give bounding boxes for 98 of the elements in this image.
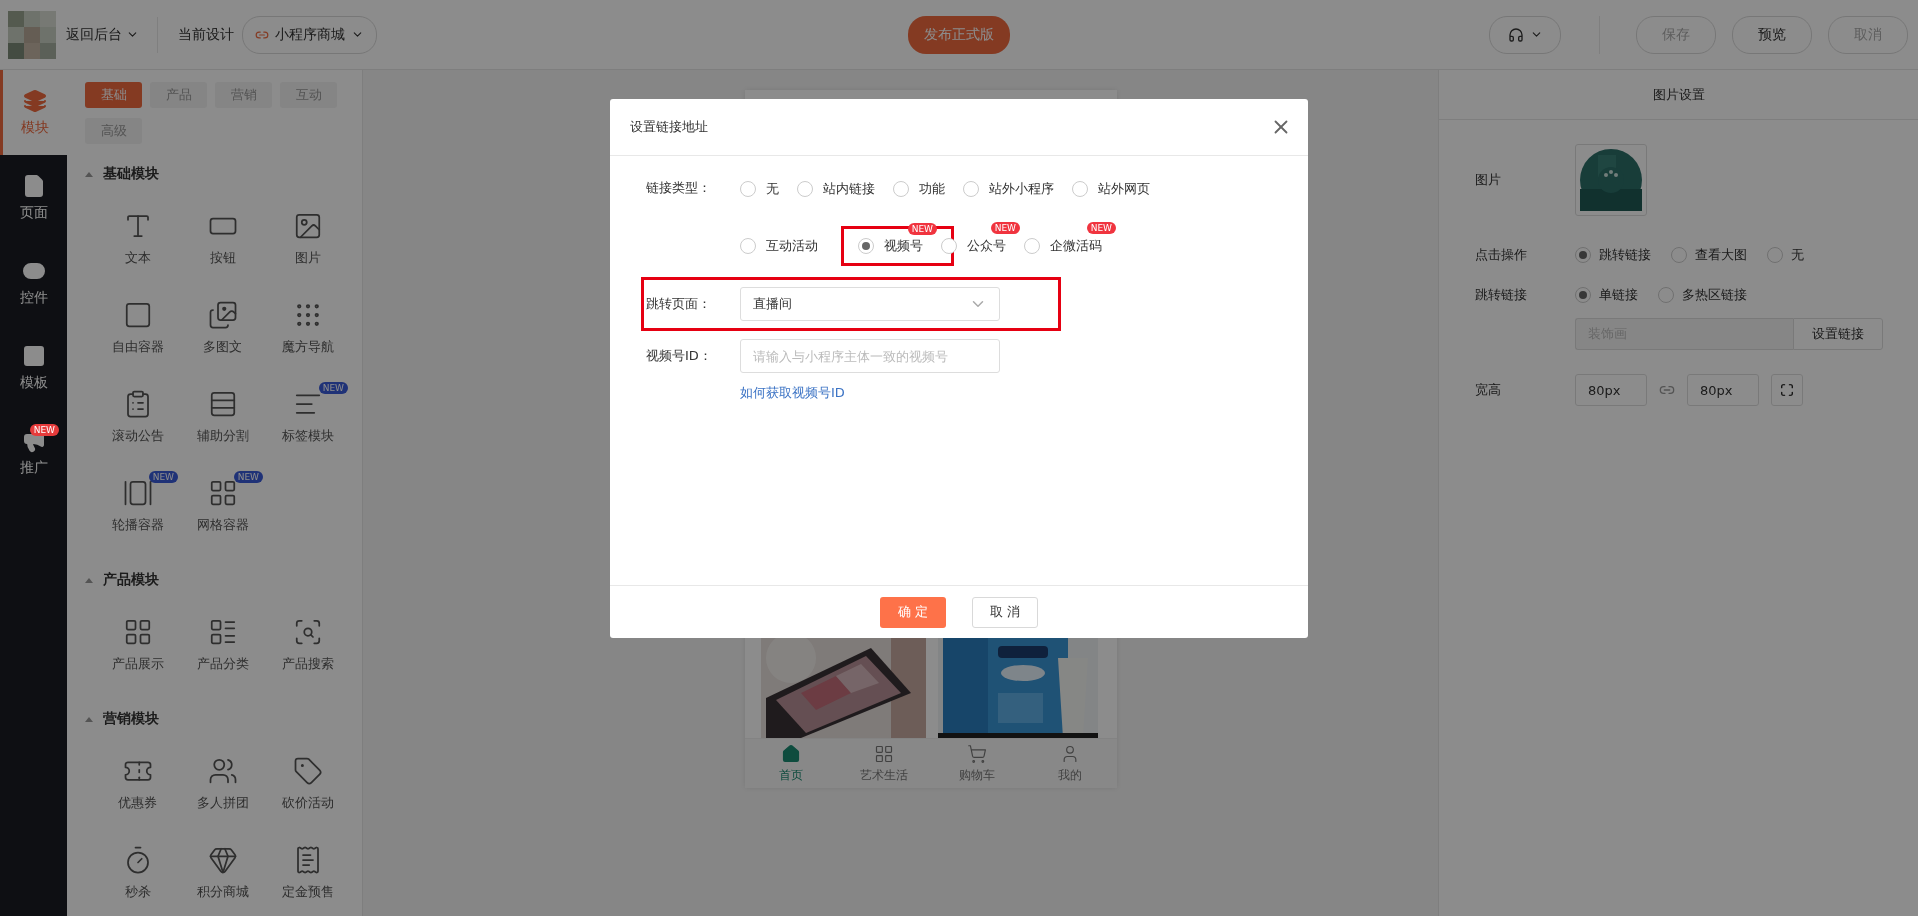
- module-item[interactable]: 砍价活动: [265, 739, 350, 828]
- radio-icon[interactable]: [1575, 247, 1591, 263]
- publish-button[interactable]: 发布正式版: [908, 15, 1010, 54]
- radio-icon[interactable]: [963, 181, 979, 197]
- radio-icon[interactable]: [1671, 247, 1687, 263]
- support-button[interactable]: [1489, 15, 1561, 54]
- height-field[interactable]: 80px: [1687, 374, 1759, 406]
- module-item[interactable]: 秒杀: [95, 828, 180, 916]
- link-type-option[interactable]: 站外小程序: [963, 180, 1054, 198]
- section-title: 营销模块: [103, 710, 159, 728]
- grid-icon: [874, 743, 894, 764]
- nav-item[interactable]: 页面: [0, 155, 67, 240]
- layers-icon: [23, 88, 47, 113]
- field-label: 链接类型：: [646, 179, 712, 197]
- home-icon: [781, 743, 801, 764]
- image-thumbnail[interactable]: [1575, 144, 1647, 216]
- radio-icon[interactable]: [1658, 287, 1674, 303]
- nav-item[interactable]: 模块: [0, 70, 67, 155]
- module-item[interactable]: 优惠券: [95, 739, 180, 828]
- expand-button[interactable]: [1771, 374, 1803, 406]
- radio-icon[interactable]: [797, 181, 813, 197]
- field-label: 跳转链接: [1475, 286, 1528, 304]
- module-item[interactable]: 多图文: [180, 283, 265, 372]
- radio-icon[interactable]: [1024, 238, 1040, 254]
- back-button[interactable]: 返回后台: [56, 16, 158, 53]
- design-label: 当前设计: [178, 25, 234, 44]
- module-item[interactable]: 定金预售: [265, 828, 350, 916]
- section-title: 基础模块: [103, 165, 159, 183]
- field-label: 视频号ID：: [646, 347, 713, 365]
- field-label: 点击操作: [1475, 246, 1528, 264]
- field-label: 跳转页面：: [646, 295, 712, 313]
- link-type-option[interactable]: 公众号: [941, 237, 1006, 255]
- new-badge: NEW: [318, 382, 348, 394]
- radio-icon[interactable]: [1072, 181, 1088, 197]
- module-item[interactable]: 产品分类: [180, 600, 265, 689]
- link-type-option[interactable]: 无: [740, 180, 779, 198]
- module-item[interactable]: 多人拼团: [180, 739, 265, 828]
- module-item[interactable]: 图片: [265, 194, 350, 283]
- new-badge: NEW: [1086, 222, 1116, 234]
- new-badge: NEW: [907, 223, 937, 235]
- help-link[interactable]: 如何获取视频号ID: [740, 384, 1308, 402]
- new-badge: NEW: [148, 471, 178, 483]
- module-tab[interactable]: 基础: [85, 82, 142, 108]
- module-item[interactable]: 积分商城: [180, 828, 265, 916]
- radio-option[interactable]: 单链接: [1575, 286, 1638, 304]
- confirm-button[interactable]: 确 定: [880, 596, 946, 628]
- tabbar-item[interactable]: 购物车: [930, 739, 1024, 788]
- radio-icon[interactable]: [858, 238, 874, 254]
- section-title: 产品模块: [103, 571, 159, 589]
- radio-icon[interactable]: [893, 181, 909, 197]
- link-type-option[interactable]: 互动活动: [740, 237, 818, 255]
- field-label: 宽高: [1475, 381, 1502, 399]
- page-select[interactable]: 直播间: [740, 287, 1000, 321]
- expand-icon: [1780, 383, 1794, 397]
- radio-icon[interactable]: [1767, 247, 1783, 263]
- radio-option[interactable]: 查看大图: [1671, 246, 1747, 264]
- module-item[interactable]: 辅助分割: [180, 372, 265, 461]
- radio-icon[interactable]: [941, 238, 957, 254]
- module-item[interactable]: 产品搜索: [265, 600, 350, 689]
- cancel-button[interactable]: 取 消: [972, 596, 1038, 628]
- radio-option[interactable]: 多热区链接: [1658, 286, 1747, 304]
- radio-icon[interactable]: [740, 181, 756, 197]
- images-icon: [207, 299, 238, 330]
- caret-icon: [85, 577, 93, 583]
- cart-icon: [967, 743, 987, 764]
- module-item[interactable]: 按钮: [180, 194, 265, 283]
- dialog-title: 设置链接地址: [630, 118, 708, 136]
- module-item[interactable]: 文本: [95, 194, 180, 283]
- module-item[interactable]: 产品展示: [95, 600, 180, 689]
- new-badge: NEW: [29, 424, 59, 436]
- tabbar-item[interactable]: 我的: [1023, 739, 1117, 788]
- new-badge: NEW: [233, 471, 263, 483]
- link-type-option[interactable]: 站内链接: [797, 180, 875, 198]
- nav-item[interactable]: 控件: [0, 240, 67, 325]
- headset-icon: [1507, 26, 1524, 43]
- radio-icon[interactable]: [740, 238, 756, 254]
- tag-icon: [292, 755, 323, 786]
- link-type-option[interactable]: 站外网页: [1072, 180, 1150, 198]
- action-button[interactable]: 预览: [1732, 15, 1812, 54]
- design-selector[interactable]: 小程序商城: [242, 15, 377, 54]
- new-badge: NEW: [990, 222, 1020, 234]
- radio-option[interactable]: 跳转链接: [1575, 246, 1651, 264]
- caret-icon: [85, 171, 93, 177]
- panel-title: 图片设置: [1652, 85, 1705, 104]
- radio-icon[interactable]: [1575, 287, 1591, 303]
- field-label: 图片: [1475, 171, 1502, 189]
- nav-item[interactable]: 模板: [0, 325, 67, 410]
- module-item[interactable]: 自由容器: [95, 283, 180, 372]
- tabbar-item[interactable]: 艺术生活: [837, 739, 931, 788]
- link-type-option[interactable]: 企微活码: [1024, 237, 1102, 255]
- link-type-option[interactable]: 视频号: [858, 237, 923, 255]
- module-item[interactable]: 魔方导航: [265, 283, 350, 372]
- link-type-option[interactable]: 功能: [893, 180, 945, 198]
- module-item[interactable]: 滚动公告: [95, 372, 180, 461]
- tabbar-item[interactable]: 首页: [744, 739, 838, 788]
- radio-option[interactable]: 无: [1767, 246, 1804, 264]
- caret-icon: [85, 716, 93, 722]
- width-field[interactable]: 80px: [1575, 374, 1647, 406]
